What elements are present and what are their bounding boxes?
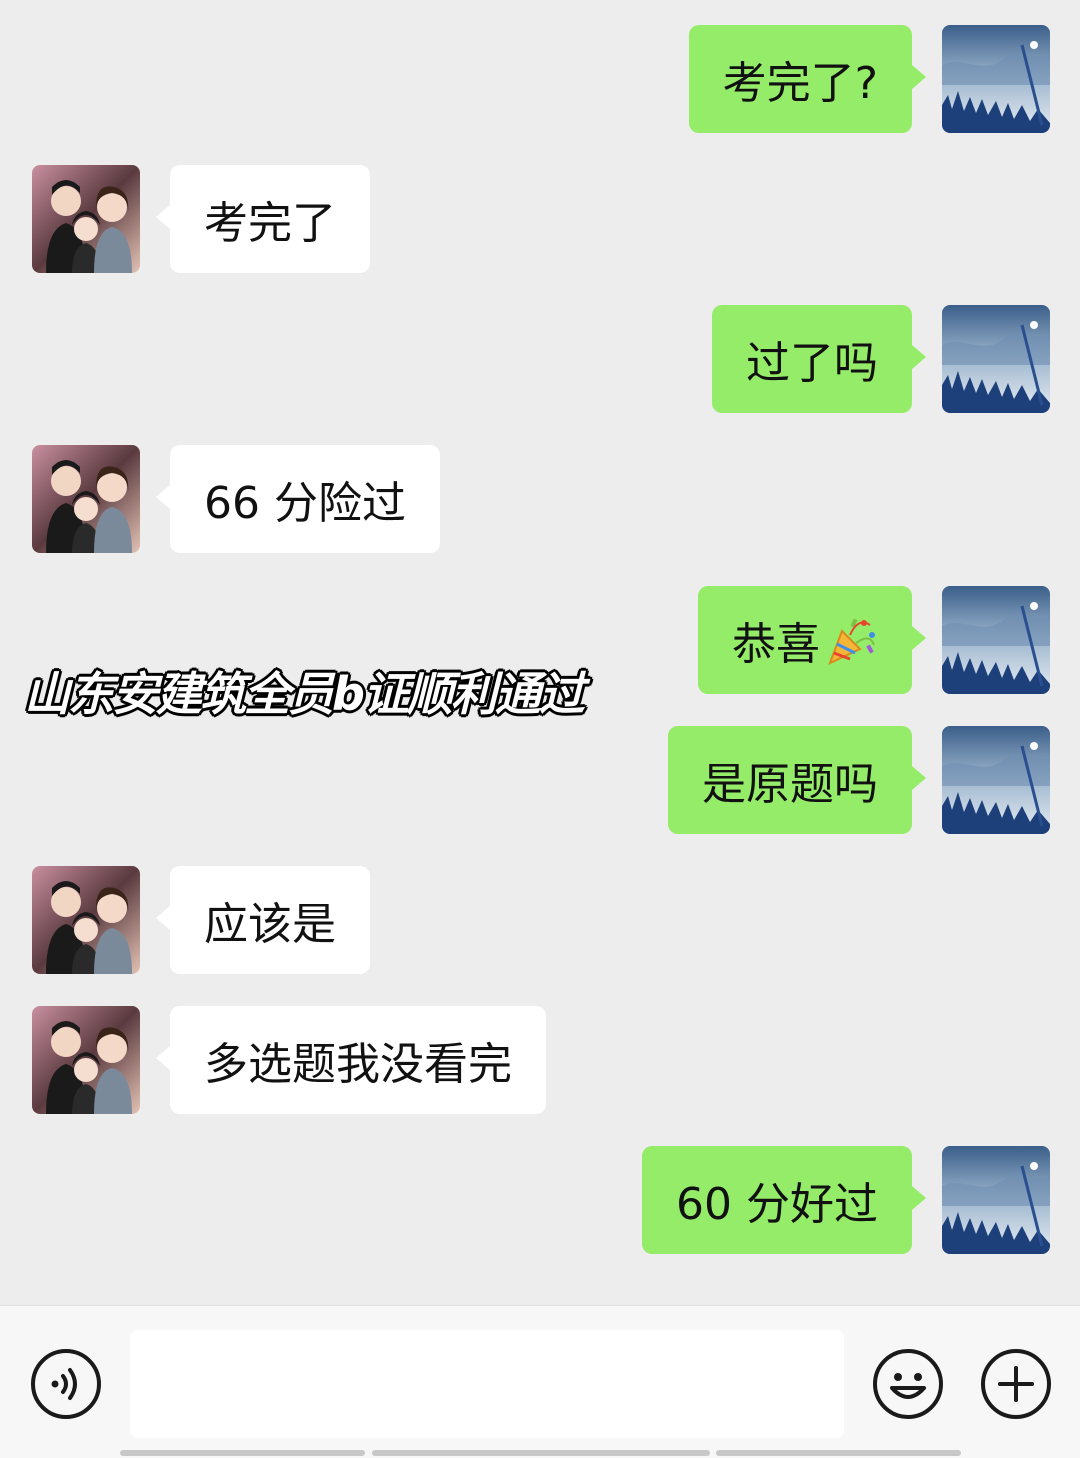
message-row-2: 考完了 xyxy=(0,165,1080,273)
gesture-bar-segment xyxy=(716,1450,961,1456)
message-text: 恭喜 xyxy=(732,619,820,670)
incoming-message-bubble[interactable]: 66 分险过 xyxy=(156,445,440,553)
message-row-8: 多选题我没看完 xyxy=(0,1006,1080,1114)
message-row-4: 66 分险过 xyxy=(0,445,1080,553)
my-avatar[interactable] xyxy=(942,305,1050,413)
gesture-bar-segment xyxy=(120,1450,365,1456)
outgoing-message-bubble[interactable]: 60 分好过 xyxy=(642,1146,926,1254)
voice-icon[interactable] xyxy=(30,1348,102,1420)
message-row-1: 考完了? xyxy=(0,25,1080,133)
contact-avatar[interactable] xyxy=(32,445,140,553)
outgoing-message-bubble[interactable]: 恭喜 xyxy=(698,586,926,694)
contact-avatar[interactable] xyxy=(32,1006,140,1114)
incoming-message-bubble[interactable]: 考完了 xyxy=(156,165,370,273)
gesture-bar-segment xyxy=(372,1450,710,1456)
message-row-3: 过了吗 xyxy=(0,305,1080,413)
outgoing-message-bubble[interactable]: 是原题吗 xyxy=(668,726,926,834)
party-popper-icon xyxy=(824,613,878,667)
contact-avatar[interactable] xyxy=(32,866,140,974)
plus-icon[interactable] xyxy=(980,1348,1052,1420)
message-row-6: 是原题吗 xyxy=(0,726,1080,834)
overlay-caption: 山东安建筑全员b证顺利通过 xyxy=(24,667,585,721)
message-row-9: 60 分好过 xyxy=(0,1146,1080,1254)
outgoing-message-bubble[interactable]: 过了吗 xyxy=(712,305,926,413)
outgoing-message-bubble[interactable]: 考完了? xyxy=(688,25,927,133)
incoming-message-bubble[interactable]: 应该是 xyxy=(156,866,370,974)
message-input[interactable] xyxy=(130,1330,844,1438)
my-avatar[interactable] xyxy=(942,25,1050,133)
input-bar xyxy=(0,1305,1080,1458)
contact-avatar[interactable] xyxy=(32,165,140,273)
my-avatar[interactable] xyxy=(942,1146,1050,1254)
emoji-icon[interactable] xyxy=(872,1348,944,1420)
my-avatar[interactable] xyxy=(942,726,1050,834)
my-avatar[interactable] xyxy=(942,586,1050,694)
incoming-message-bubble[interactable]: 多选题我没看完 xyxy=(156,1006,546,1114)
message-row-7: 应该是 xyxy=(0,866,1080,974)
